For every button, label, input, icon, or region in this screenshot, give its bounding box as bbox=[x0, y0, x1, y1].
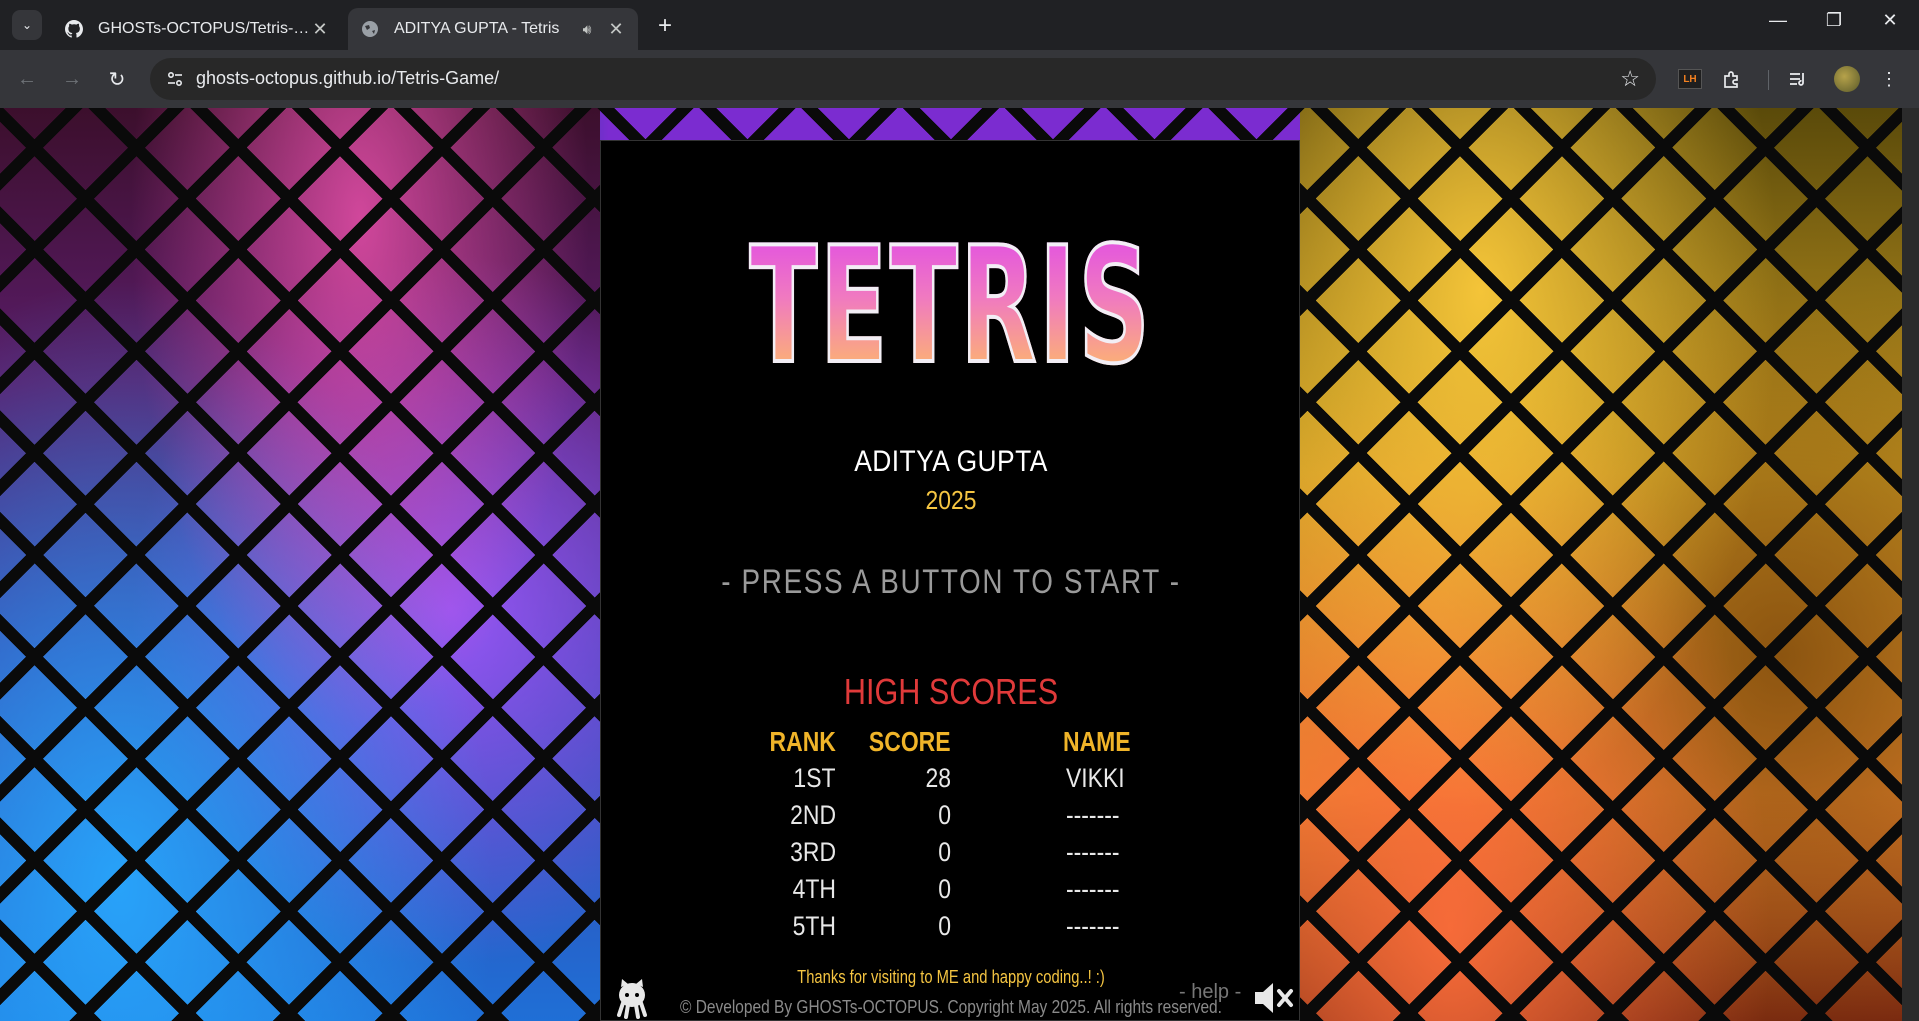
rank-cell: 3RD bbox=[790, 837, 836, 867]
lighthouse-extension-icon[interactable]: LH bbox=[1678, 64, 1702, 94]
high-scores-title: HIGH SCORES bbox=[843, 671, 1059, 712]
author-name: ADITYA GUPTA bbox=[854, 445, 1048, 478]
address-bar[interactable]: ghosts-octopus.github.io/Tetris-Game/ ☆ bbox=[150, 58, 1656, 100]
high-scores-header: RANK SCORE NAME bbox=[601, 726, 1301, 758]
globe-icon bbox=[360, 19, 380, 39]
toolbar-divider bbox=[1768, 70, 1769, 90]
score-cell: 0 bbox=[938, 837, 951, 867]
tab-strip: ⌄ GHOSTs-OCTOPUS/Tetris-Game ✕ ADITYA GU… bbox=[0, 0, 1919, 50]
speaker-icon[interactable]: 🔊︎ bbox=[576, 21, 598, 38]
tab-search-button[interactable]: ⌄ bbox=[12, 10, 42, 40]
start-prompt[interactable]: - PRESS A BUTTON TO START - bbox=[664, 563, 1238, 602]
lighthouse-label: LH bbox=[1683, 73, 1697, 85]
name-cell: VIKKI bbox=[1066, 763, 1125, 793]
extensions-puzzle-icon[interactable] bbox=[1722, 64, 1742, 94]
media-control-icon[interactable] bbox=[1788, 64, 1808, 94]
github-octocat-icon[interactable] bbox=[611, 977, 653, 1019]
table-row: 4TH 0 ------- bbox=[601, 874, 1301, 906]
copyright-text: © Developed By GHOSTs-OCTOPUS. Copyright… bbox=[680, 997, 1222, 1017]
back-icon[interactable]: ← bbox=[12, 64, 42, 94]
score-cell: 0 bbox=[938, 874, 951, 904]
game-panel[interactable]: TETRIS ADITYA GUPTA 2025 - PRESS A BUTTO… bbox=[600, 140, 1300, 1021]
year: 2025 bbox=[925, 485, 977, 515]
tab-title: ADITYA GUPTA - Tetris bbox=[394, 20, 560, 37]
help-link[interactable]: - help - bbox=[1179, 981, 1241, 1004]
tab-title: GHOSTs-OCTOPUS/Tetris-Game bbox=[98, 20, 310, 37]
game-title: TETRIS bbox=[734, 224, 1168, 388]
name-cell: ------- bbox=[1066, 800, 1120, 830]
tab-github[interactable]: GHOSTs-OCTOPUS/Tetris-Game ✕ bbox=[52, 8, 342, 50]
close-window-icon[interactable]: ✕ bbox=[1870, 10, 1910, 31]
close-icon[interactable]: ✕ bbox=[310, 19, 330, 40]
rank-cell: 1ST bbox=[793, 763, 836, 793]
score-cell: 0 bbox=[938, 800, 951, 830]
name-cell: ------- bbox=[1066, 874, 1120, 904]
name-cell: ------- bbox=[1066, 837, 1120, 867]
thanks-message: Thanks for visiting to ME and happy codi… bbox=[797, 967, 1105, 987]
site-info-icon[interactable] bbox=[160, 64, 190, 94]
restore-icon[interactable]: ❐ bbox=[1814, 10, 1854, 31]
mute-speaker-icon[interactable] bbox=[1251, 977, 1295, 1019]
more-menu-icon[interactable]: ⋮ bbox=[1880, 64, 1898, 94]
reload-icon[interactable]: ↻ bbox=[102, 64, 132, 94]
score-cell: 28 bbox=[925, 763, 951, 793]
forward-icon[interactable]: → bbox=[57, 64, 87, 94]
profile-avatar[interactable] bbox=[1834, 64, 1860, 94]
github-icon bbox=[64, 19, 84, 39]
table-row: 3RD 0 ------- bbox=[601, 837, 1301, 869]
browser-toolbar: ← → ↻ ghosts-octopus.github.io/Tetris-Ga… bbox=[0, 50, 1919, 108]
tab-tetris[interactable]: ADITYA GUPTA - Tetris 🔊︎ ✕ bbox=[348, 8, 638, 50]
minimize-icon[interactable]: — bbox=[1758, 10, 1798, 31]
url-text[interactable]: ghosts-octopus.github.io/Tetris-Game/ bbox=[196, 68, 499, 89]
page-viewport: TETRIS ADITYA GUPTA 2025 - PRESS A BUTTO… bbox=[0, 108, 1902, 1021]
rank-cell: 4TH bbox=[792, 874, 836, 904]
page-scrollbar[interactable] bbox=[1902, 108, 1919, 1021]
close-icon[interactable]: ✕ bbox=[606, 19, 626, 40]
rank-cell: 5TH bbox=[792, 911, 836, 941]
bookmark-star-icon[interactable]: ☆ bbox=[1620, 66, 1640, 92]
name-header: NAME bbox=[1063, 726, 1131, 757]
table-row: 2ND 0 ------- bbox=[601, 800, 1301, 832]
chevron-down-icon: ⌄ bbox=[21, 18, 33, 32]
score-header: SCORE bbox=[869, 726, 951, 757]
score-cell: 0 bbox=[938, 911, 951, 941]
rank-header: RANK bbox=[769, 726, 836, 757]
new-tab-button[interactable]: + bbox=[652, 12, 678, 40]
name-cell: ------- bbox=[1066, 911, 1120, 941]
table-row: 1ST 28 VIKKI bbox=[601, 763, 1301, 795]
table-row: 5TH 0 ------- bbox=[601, 911, 1301, 943]
rank-cell: 2ND bbox=[790, 800, 836, 830]
